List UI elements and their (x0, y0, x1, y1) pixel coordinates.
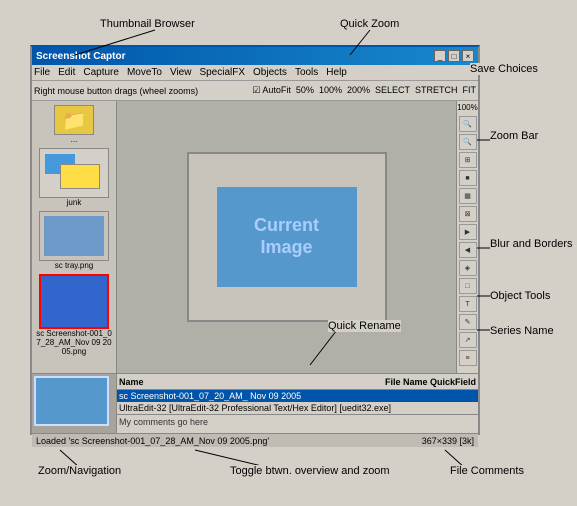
main-content-area: 📁 ... junk sc tray. (32, 101, 478, 373)
status-text: Loaded 'sc Screenshot-001_07_28_AM_Nov 0… (36, 436, 269, 446)
tool-1[interactable]: ■ (459, 170, 477, 186)
image-size: 367×339 [3k] (422, 436, 474, 446)
app-title: Screenshot Captor (36, 51, 125, 62)
toolbar: Right mouse button drags (wheel zooms) ☑… (32, 81, 478, 101)
current-image-display: CurrentImage (217, 187, 357, 287)
menu-edit[interactable]: Edit (58, 67, 75, 78)
junk-label: junk (67, 198, 82, 207)
file-comments-area: My comments go here (117, 414, 478, 433)
zoom-100-label: 100% (457, 103, 477, 112)
menu-tools[interactable]: Tools (295, 67, 318, 78)
folder-label: ... (71, 135, 78, 144)
toolbar-hint: Right mouse button drags (wheel zooms) (34, 86, 198, 96)
tool-fit[interactable]: ⊞ (459, 152, 477, 168)
status-bar: Loaded 'sc Screenshot-001_07_28_AM_Nov 0… (32, 433, 478, 447)
tool-3[interactable]: ⊠ (459, 206, 477, 222)
sc-screenshot-label: sc Screenshot-001_07_28_AM_Nov 09 2005.p… (36, 329, 112, 356)
menu-file[interactable]: File (34, 67, 50, 78)
menu-specialfx[interactable]: SpecialFX (199, 67, 245, 78)
maximize-button[interactable]: □ (448, 50, 460, 62)
label-thumbnail-browser: Thumbnail Browser (100, 18, 195, 30)
tool-obj2[interactable]: ✎ (459, 314, 477, 330)
label-save-choices: Save Choices (470, 63, 538, 75)
menu-help[interactable]: Help (326, 67, 347, 78)
title-bar: Screenshot Captor _ □ × (32, 47, 478, 65)
label-zoom-nav: Zoom/Navigation (38, 465, 121, 477)
menu-moveto[interactable]: MoveTo (127, 67, 162, 78)
minimize-button[interactable]: _ (434, 50, 446, 62)
label-quick-rename: Quick Rename (328, 320, 401, 332)
tool-obj1[interactable]: T (459, 296, 477, 312)
image-frame: CurrentImage (187, 152, 387, 322)
tool-zoom-out[interactable]: 🔍 (459, 134, 477, 150)
tool-arrow-l[interactable]: ◀ (459, 242, 477, 258)
tool-arrow-r[interactable]: ▶ (459, 224, 477, 240)
label-quick-zoom: Quick Zoom (340, 18, 399, 30)
mini-preview[interactable] (34, 376, 109, 426)
junk-thumbnail[interactable]: junk (36, 148, 112, 207)
tool-series[interactable]: ≡ (459, 350, 477, 366)
right-tool-panel: 100% 🔍 🔍 ⊞ ■ ▦ ⊠ ▶ ◀ ◈ □ T ✎ ↗ ≡ (456, 101, 478, 373)
tool-zoom-in[interactable]: 🔍 (459, 116, 477, 132)
close-button[interactable]: × (462, 50, 474, 62)
label-zoom-bar: Zoom Bar (490, 130, 538, 142)
image-area: CurrentImage (117, 101, 456, 373)
tool-blur[interactable]: ◈ (459, 260, 477, 276)
menu-bar: File Edit Capture MoveTo View SpecialFX … (32, 65, 478, 81)
sc-tray-label: sc tray.png (55, 261, 94, 270)
col-filename: File Name QuickField (385, 377, 476, 387)
menu-view[interactable]: View (170, 67, 192, 78)
folder-icon: 📁 (54, 105, 94, 135)
file-list-item-0[interactable]: sc Screenshot-001_07_20_AM_ Nov 09 2005 (117, 390, 478, 402)
thumbnail-panel: 📁 ... junk sc tray. (32, 101, 117, 373)
folder-thumbnail[interactable]: 📁 ... (36, 105, 112, 144)
label-file-comments: File Comments (450, 465, 524, 477)
label-toggle-zoom: Toggle btwn. overview and zoom (230, 465, 390, 477)
file-info-panel: Name File Name QuickField sc Screenshot-… (117, 374, 478, 433)
window-controls: _ □ × (434, 50, 474, 62)
zoom-navigation-panel (32, 374, 117, 433)
junk-thumb-img (39, 148, 109, 198)
sc-screenshot-thumbnail[interactable]: sc Screenshot-001_07_28_AM_Nov 09 2005.p… (36, 274, 112, 356)
bottom-section: Name File Name QuickField sc Screenshot-… (32, 373, 478, 433)
tool-obj3[interactable]: ↗ (459, 332, 477, 348)
file-list-item-1[interactable]: UltraEdit-32 [UltraEdit-32 Professional … (117, 402, 478, 414)
tool-border[interactable]: □ (459, 278, 477, 294)
label-object-tools: Object Tools (490, 290, 550, 302)
comments-text: My comments go here (119, 417, 208, 427)
file-list-header: Name File Name QuickField (117, 374, 478, 390)
current-image-label: CurrentImage (254, 215, 319, 258)
col-name: Name (119, 377, 144, 387)
main-container: Screenshot Captor _ □ × File Edit Captur… (0, 0, 577, 506)
tool-2[interactable]: ▦ (459, 188, 477, 204)
app-window: Screenshot Captor _ □ × File Edit Captur… (30, 45, 480, 435)
sc-screenshot-thumb-img (39, 274, 109, 329)
label-series-name: Series Name (490, 325, 554, 337)
zoom-options: ☑ AutoFit 50% 100% 200% SELECT STRETCH F… (252, 85, 476, 96)
sc-tray-thumbnail[interactable]: sc tray.png (36, 211, 112, 270)
menu-capture[interactable]: Capture (83, 67, 119, 78)
sc-tray-thumb-img (39, 211, 109, 261)
label-blur-borders: Blur and Borders (490, 238, 573, 250)
menu-objects[interactable]: Objects (253, 67, 287, 78)
